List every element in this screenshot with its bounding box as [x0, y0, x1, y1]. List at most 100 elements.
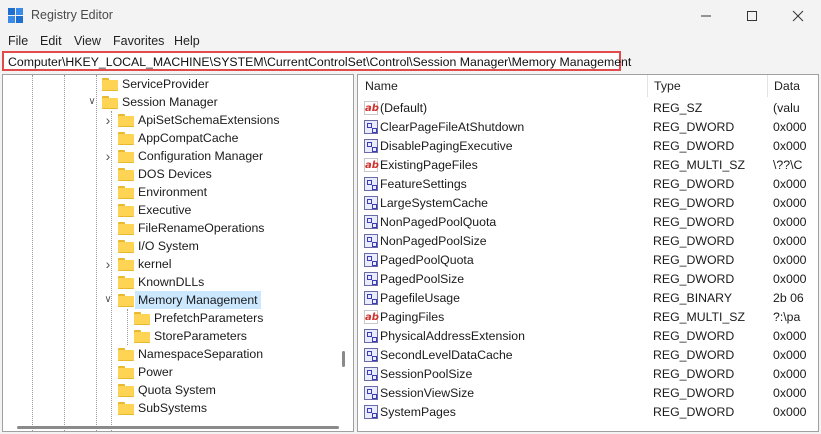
value-row[interactable]: SessionPoolSize REG_DWORD 0x000 — [358, 365, 818, 384]
value-type: REG_DWORD — [653, 405, 735, 419]
tree-item[interactable]: ServiceProvider — [3, 75, 343, 93]
tree-item[interactable]: › Configuration Manager — [3, 147, 343, 165]
value-row[interactable]: PagefileUsage REG_BINARY 2b 06 — [358, 289, 818, 308]
value-row[interactable]: FeatureSettings REG_DWORD 0x000 — [358, 175, 818, 194]
window-title: Registry Editor — [31, 8, 113, 22]
menu-edit[interactable]: Edit — [40, 34, 62, 48]
folder-icon — [118, 240, 134, 253]
chevron-right-icon[interactable]: › — [102, 255, 114, 273]
chevron-right-icon[interactable]: › — [102, 147, 114, 165]
tree-item[interactable]: Power — [3, 363, 343, 381]
tree-pane[interactable]: ServiceProvider ∨ Session Manager › ApiSetSc… — [2, 74, 354, 432]
horizontal-scrollbar[interactable] — [17, 426, 339, 429]
value-name: PhysicalAddressExtension — [380, 329, 525, 343]
folder-icon — [118, 150, 134, 163]
binary-value-icon — [364, 291, 378, 305]
string-value-icon: ab — [364, 310, 379, 324]
value-row[interactable]: PagedPoolSize REG_DWORD 0x000 — [358, 270, 818, 289]
tree-item[interactable]: ∨ Session Manager — [3, 93, 343, 111]
value-data: ?:\pa — [773, 310, 801, 324]
binary-value-icon — [364, 329, 378, 343]
chevron-down-icon[interactable]: ∨ — [86, 93, 98, 111]
column-header-name[interactable]: Name — [365, 79, 398, 93]
value-type: REG_DWORD — [653, 367, 735, 381]
value-row[interactable]: ab ExistingPageFiles REG_MULTI_SZ \??\C — [358, 156, 818, 175]
string-value-icon: ab — [364, 101, 379, 115]
tree-item-label: Session Manager — [122, 95, 218, 109]
menu-file[interactable]: File — [8, 34, 28, 48]
values-pane[interactable]: Name Type Data ab (Default) REG_SZ (valu Cle… — [357, 74, 819, 432]
binary-value-icon — [364, 177, 378, 191]
value-row[interactable]: SystemPages REG_DWORD 0x000 — [358, 403, 818, 422]
tree-item-label: PrefetchParameters — [154, 311, 264, 325]
folder-icon — [102, 78, 118, 91]
tree-item[interactable]: PrefetchParameters — [3, 309, 343, 327]
menu-view[interactable]: View — [74, 34, 101, 48]
value-row[interactable]: ClearPageFileAtShutdown REG_DWORD 0x000 — [358, 118, 818, 137]
value-name: ExistingPageFiles — [380, 158, 478, 172]
tree-item-label: Configuration Manager — [138, 149, 264, 163]
value-type: REG_DWORD — [653, 177, 735, 191]
folder-icon — [134, 312, 150, 325]
value-data: 0x000 — [773, 215, 807, 229]
value-row[interactable]: PagedPoolQuota REG_DWORD 0x000 — [358, 251, 818, 270]
column-separator[interactable] — [767, 75, 768, 97]
chevron-down-icon[interactable]: ∨ — [102, 291, 114, 309]
value-name: PagedPoolQuota — [380, 253, 474, 267]
value-row[interactable]: LargeSystemCache REG_DWORD 0x000 — [358, 194, 818, 213]
value-row[interactable]: ab PagingFiles REG_MULTI_SZ ?:\pa — [358, 308, 818, 327]
minimize-button[interactable] — [683, 0, 729, 32]
tree-item[interactable]: SubSystems — [3, 399, 343, 417]
value-row[interactable]: SessionViewSize REG_DWORD 0x000 — [358, 384, 818, 403]
value-name: FeatureSettings — [380, 177, 467, 191]
value-name: (Default) — [380, 101, 428, 115]
folder-icon — [118, 204, 134, 217]
tree-item[interactable]: › kernel — [3, 255, 343, 273]
chevron-right-icon[interactable]: › — [102, 111, 114, 129]
column-separator[interactable] — [647, 75, 648, 97]
value-row[interactable]: NonPagedPoolQuota REG_DWORD 0x000 — [358, 213, 818, 232]
value-data: 0x000 — [773, 272, 807, 286]
tree-item[interactable]: StoreParameters — [3, 327, 343, 345]
value-row[interactable]: DisablePagingExecutive REG_DWORD 0x000 — [358, 137, 818, 156]
tree-item-label: ServiceProvider — [122, 77, 209, 91]
folder-icon — [118, 132, 134, 145]
tree-item[interactable]: › ApiSetSchemaExtensions — [3, 111, 343, 129]
value-row[interactable]: SecondLevelDataCache REG_DWORD 0x000 — [358, 346, 818, 365]
binary-value-icon — [364, 405, 378, 419]
value-data: 0x000 — [773, 196, 807, 210]
tree-item[interactable]: Quota System — [3, 381, 343, 399]
value-row[interactable]: ab (Default) REG_SZ (valu — [358, 99, 818, 118]
column-header-data[interactable]: Data — [774, 79, 800, 93]
value-type: REG_MULTI_SZ — [653, 310, 746, 324]
tree-item[interactable]: KnownDLLs — [3, 273, 343, 291]
column-header-type[interactable]: Type — [654, 79, 681, 93]
value-type: REG_DWORD — [653, 386, 735, 400]
close-button[interactable] — [775, 0, 821, 32]
tree-item[interactable]: Executive — [3, 201, 343, 219]
value-name: SecondLevelDataCache — [380, 348, 513, 362]
tree-item[interactable]: ∨ Memory Management — [3, 291, 343, 309]
value-type: REG_DWORD — [653, 139, 735, 153]
binary-value-icon — [364, 234, 378, 248]
value-row[interactable]: PhysicalAddressExtension REG_DWORD 0x000 — [358, 327, 818, 346]
value-name: SystemPages — [380, 405, 456, 419]
tree-item[interactable]: I/O System — [3, 237, 343, 255]
binary-value-icon — [364, 367, 378, 381]
maximize-button[interactable] — [729, 0, 775, 32]
tree-item[interactable]: AppCompatCache — [3, 129, 343, 147]
tree-item[interactable]: NamespaceSeparation — [3, 345, 343, 363]
address-path: Computer\HKEY_LOCAL_MACHINE\SYSTEM\Curre… — [8, 55, 632, 69]
folder-icon — [118, 384, 134, 397]
menu-favorites[interactable]: Favorites — [113, 34, 164, 48]
binary-value-icon — [364, 196, 378, 210]
address-bar[interactable]: Computer\HKEY_LOCAL_MACHINE\SYSTEM\Curre… — [2, 51, 631, 71]
tree-item[interactable]: DOS Devices — [3, 165, 343, 183]
value-row[interactable]: NonPagedPoolSize REG_DWORD 0x000 — [358, 232, 818, 251]
tree-item-label: ApiSetSchemaExtensions — [138, 113, 280, 127]
value-type: REG_DWORD — [653, 196, 735, 210]
tree-item[interactable]: Environment — [3, 183, 343, 201]
menu-help[interactable]: Help — [174, 34, 200, 48]
tree-item-label: StoreParameters — [154, 329, 247, 343]
tree-item[interactable]: FileRenameOperations — [3, 219, 343, 237]
